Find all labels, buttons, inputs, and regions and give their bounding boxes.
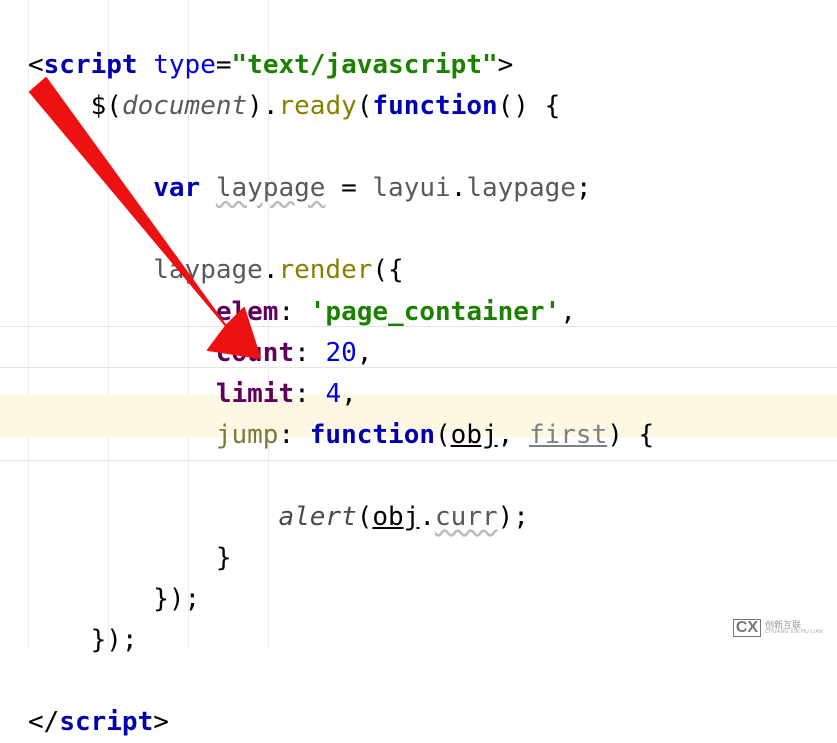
attr-type: type — [153, 50, 216, 80]
angle-open: < — [28, 50, 44, 80]
param-first: first — [529, 420, 607, 450]
prop-elem: elem — [216, 297, 279, 327]
prop-limit: limit — [216, 379, 294, 409]
num-count: 20 — [325, 338, 356, 368]
kw-function-2: function — [310, 420, 435, 450]
tag-script-close: script — [59, 707, 153, 737]
prop-curr: curr — [435, 502, 498, 532]
ident-document: document — [122, 91, 247, 121]
jquery-dollar: $ — [91, 91, 107, 121]
call-laypage: laypage — [153, 255, 263, 285]
kw-function-1: function — [372, 91, 497, 121]
ref-obj: obj — [372, 502, 419, 532]
obj-layui: layui — [372, 173, 450, 203]
method-ready: ready — [278, 91, 356, 121]
attr-type-val: "text/javascript" — [232, 50, 498, 80]
str-page-container: 'page_container' — [310, 297, 560, 327]
kw-var: var — [153, 173, 200, 203]
param-obj: obj — [451, 420, 498, 450]
code-block: <script type="text/javascript"> $(docume… — [0, 0, 837, 743]
method-render: render — [278, 255, 372, 285]
call-alert: alert — [278, 502, 356, 532]
prop-laypage: laypage — [466, 173, 576, 203]
prop-count: count — [216, 338, 294, 368]
num-limit: 4 — [325, 379, 341, 409]
tag-script-open: script — [44, 50, 138, 80]
prop-jump: jump — [216, 420, 279, 450]
var-laypage: laypage — [216, 173, 326, 203]
